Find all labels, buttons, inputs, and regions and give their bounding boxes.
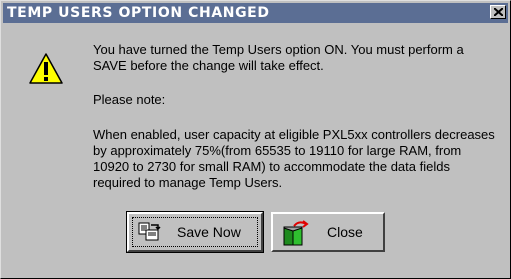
save-icon — [138, 222, 161, 241]
close-label: Close — [327, 224, 363, 240]
dialog-title: TEMP USERS OPTION CHANGED — [7, 5, 270, 21]
warning-icon — [29, 53, 63, 84]
message-save-required: You have turned the Temp Users option ON… — [93, 42, 464, 73]
save-now-button[interactable]: Save Now — [126, 211, 264, 253]
save-now-label: Save Now — [177, 224, 241, 240]
close-icon — [494, 8, 503, 16]
message-capacity-note: When enabled, user capacity at eligible … — [93, 127, 495, 190]
temp-users-dialog: TEMP USERS OPTION CHANGED You have turne… — [0, 0, 511, 279]
title-close-button[interactable] — [490, 5, 506, 19]
close-button[interactable]: Close — [271, 212, 385, 252]
message-please-note: Please note: — [93, 92, 166, 107]
title-bar[interactable]: TEMP USERS OPTION CHANGED — [3, 3, 508, 23]
exit-door-icon — [283, 220, 309, 246]
